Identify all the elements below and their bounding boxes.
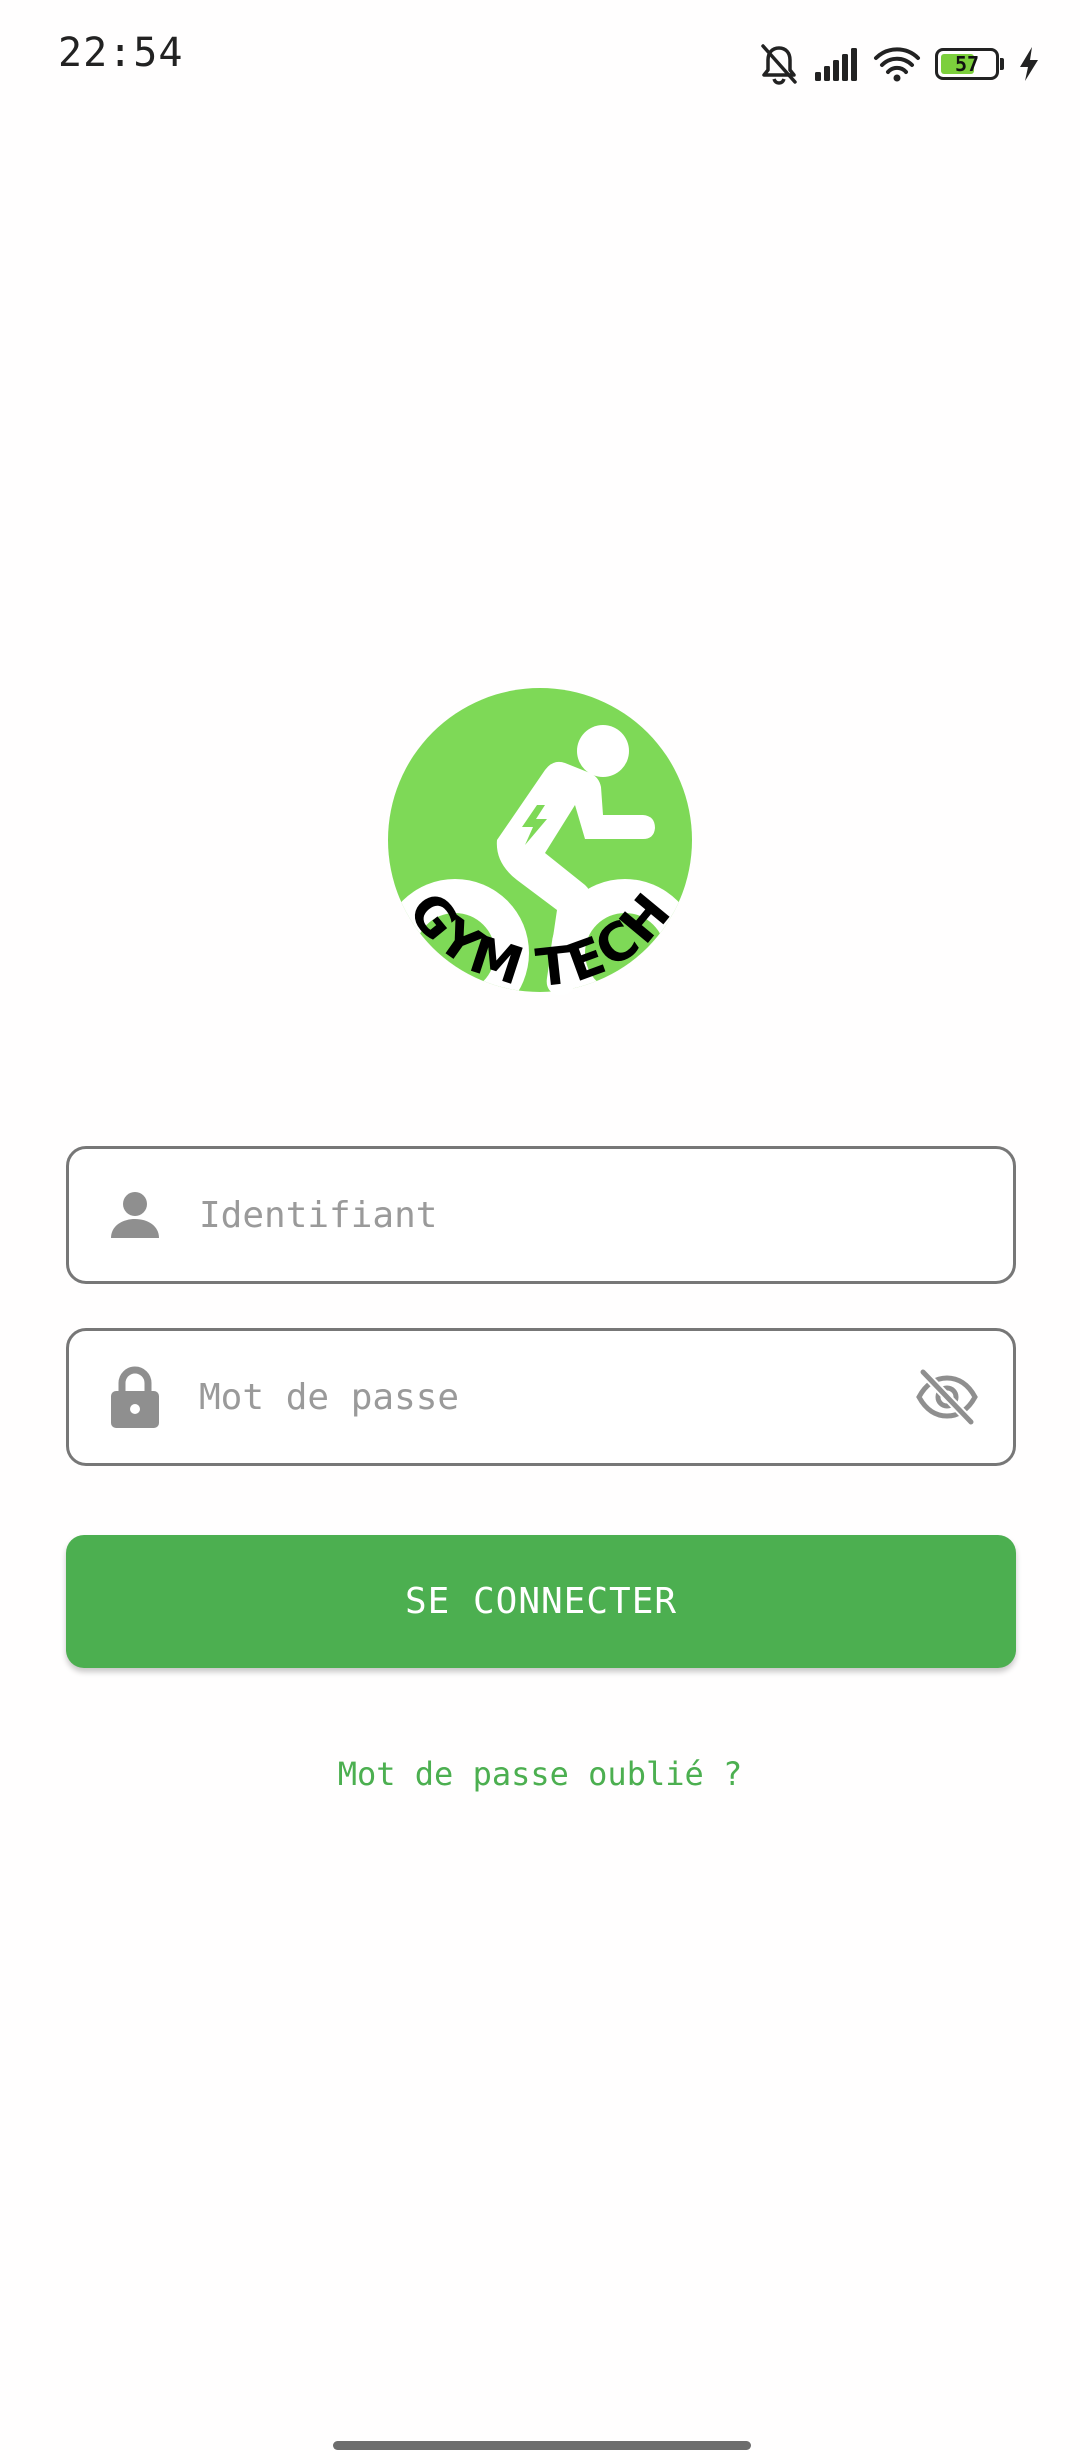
bell-off-icon <box>759 42 799 86</box>
status-time: 22:54 <box>58 30 184 76</box>
username-field[interactable] <box>66 1146 1016 1284</box>
forgot-password-link[interactable]: Mot de passe oublié ? <box>0 1755 1080 1793</box>
person-icon <box>107 1183 163 1247</box>
battery-level: 57 <box>954 52 980 76</box>
login-screen: 22:54 57 GYM TECH Identifiant SE CONNECT… <box>0 0 1080 2460</box>
status-bar: 22:54 57 <box>0 0 1080 120</box>
login-button[interactable]: SE CONNECTER <box>66 1535 1016 1668</box>
wifi-icon <box>873 45 921 83</box>
password-input[interactable] <box>197 1331 903 1463</box>
home-indicator[interactable] <box>333 2441 751 2450</box>
charging-icon <box>1018 46 1040 82</box>
lock-icon <box>107 1365 163 1429</box>
password-field[interactable] <box>66 1328 1016 1466</box>
eye-off-icon[interactable] <box>915 1368 979 1426</box>
status-icons: 57 <box>759 40 1040 88</box>
signal-icon <box>813 46 859 82</box>
gym-tech-logo: GYM TECH <box>385 685 695 1015</box>
battery-icon: 57 <box>935 48 1004 80</box>
username-input[interactable] <box>197 1149 903 1281</box>
